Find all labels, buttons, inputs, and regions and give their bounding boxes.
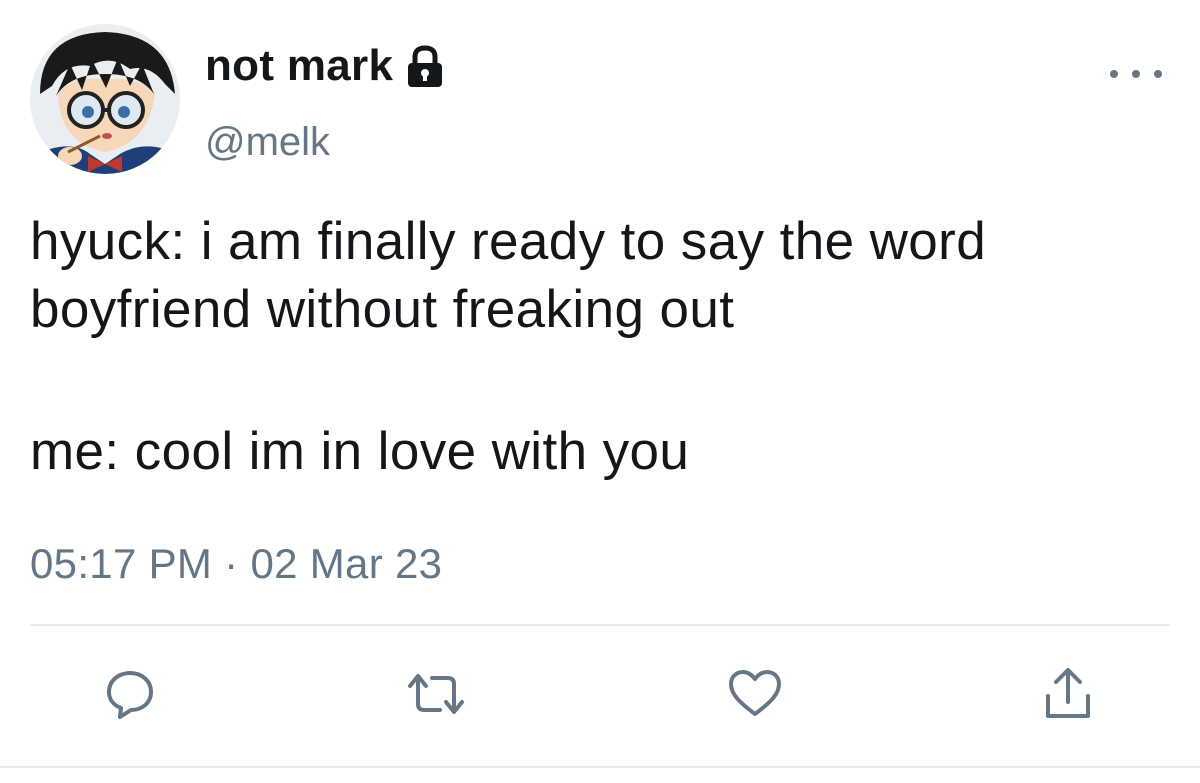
share-button[interactable] bbox=[1036, 662, 1100, 726]
tweet-text-line: me: cool im in love with you bbox=[30, 422, 690, 481]
retweet-icon bbox=[408, 674, 464, 714]
tweet-date: 02 Mar 23 bbox=[250, 540, 443, 587]
meta-separator: · bbox=[224, 540, 239, 587]
divider bbox=[30, 624, 1170, 626]
bottom-divider bbox=[0, 766, 1200, 768]
lock-icon bbox=[405, 45, 445, 89]
display-name[interactable]: not mark bbox=[205, 40, 393, 92]
tweet-timestamp[interactable]: 05:17 PM · 02 Mar 23 bbox=[30, 538, 442, 590]
avatar-image bbox=[30, 24, 180, 174]
tweet-time: 05:17 PM bbox=[30, 540, 213, 587]
tweet-card: not mark @melk hyuck: i am finally ready… bbox=[0, 0, 1200, 783]
more-dot bbox=[1154, 70, 1162, 78]
tweet-text-line: hyuck: i am finally ready to say the wor… bbox=[30, 212, 1002, 339]
tweet-actions bbox=[0, 662, 1200, 732]
reply-icon bbox=[107, 671, 153, 719]
author-name-row: not mark bbox=[205, 40, 445, 92]
author-handle[interactable]: @melk bbox=[205, 118, 330, 166]
tweet-text: hyuck: i am finally ready to say the wor… bbox=[30, 208, 1190, 486]
more-options-button[interactable] bbox=[1110, 62, 1162, 86]
like-button[interactable] bbox=[723, 662, 787, 726]
reply-button[interactable] bbox=[98, 662, 162, 726]
more-dot bbox=[1132, 70, 1140, 78]
share-icon bbox=[1046, 668, 1090, 718]
avatar[interactable] bbox=[30, 24, 180, 174]
more-horizontal-icon bbox=[1110, 70, 1118, 78]
heart-icon bbox=[729, 670, 781, 716]
retweet-button[interactable] bbox=[404, 662, 468, 726]
